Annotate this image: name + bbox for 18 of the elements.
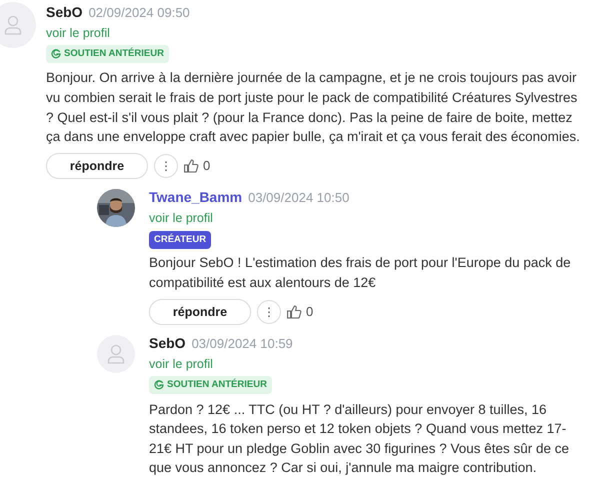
- reply-button[interactable]: répondre: [46, 152, 148, 180]
- role-badge: SOUTIEN ANTÉRIEUR: [46, 44, 169, 63]
- comment-date: 03/09/2024 10:59: [192, 336, 293, 352]
- comment-text: Pardon ? 12€ ... TTC (ou HT ? d'ailleurs) pour envoyer 8 tuilles, 16 standees, 16 token perso et 12 token objets ? Quand vous mettez 17-21€ HT pour un pledge Goblin avec 30 figurines ? Vous êtes sûr de ce que vous annoncez ? Car si oui, j'annule ma maigre contribution.: [149, 400, 570, 478]
- comment-date: 02/09/2024 09:50: [88, 5, 190, 20]
- more-button[interactable]: ⋮: [257, 300, 281, 324]
- comment-date: 03/09/2024 10:50: [248, 190, 350, 206]
- comment-text: Bonjour SebO ! L'estimation des frais de port pour l'Europe du pack de compatibilité est aux alentours de 12€: [149, 254, 572, 292]
- author-name[interactable]: SebO: [149, 335, 186, 352]
- comment-text: Bonjour. On arrive à la dernière journée de la campagne, et je ne crois toujours pas avoir vu combien serait le frais de port juste pour le pack de compatibilité Créatures Sylvestres ? Quel est-il s'il vous plait ? (pour la France donc). Pas la peine de faire de boite, mettez ça dans une enveloppe craft avec papier bulle, ça m'irait et ça vous ferait des économies.: [46, 69, 581, 146]
- like-count: 0: [203, 157, 210, 176]
- more-button[interactable]: ⋮: [154, 154, 178, 178]
- author-name[interactable]: Twane_Bamm: [149, 189, 242, 206]
- role-badge: CRÉATEUR: [149, 231, 212, 250]
- author-name[interactable]: SebO: [46, 4, 83, 20]
- role-badge: SOUTIEN ANTÉRIEUR: [149, 376, 272, 394]
- like-count: 0: [306, 303, 314, 322]
- reply-button[interactable]: répondre: [149, 298, 251, 326]
